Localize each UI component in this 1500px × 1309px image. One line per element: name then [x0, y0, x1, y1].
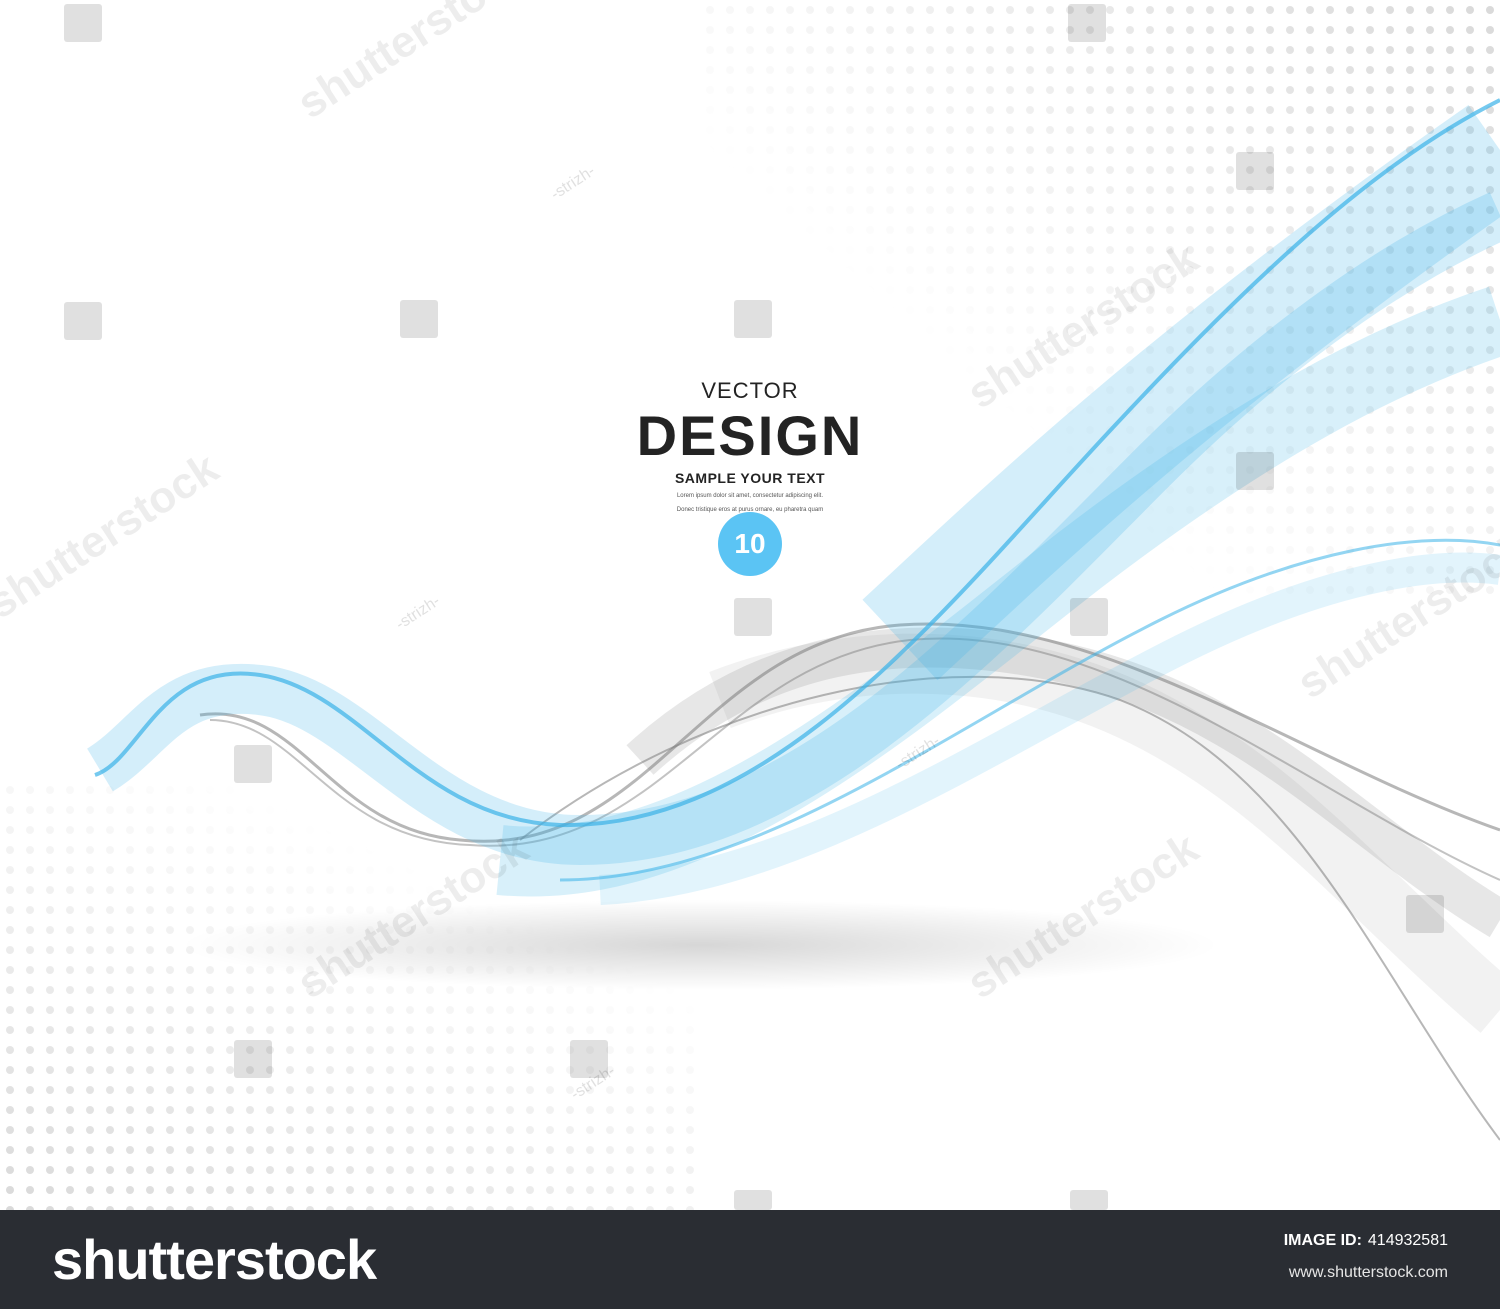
image-id-value: 414932581 [1367, 1232, 1448, 1249]
footer-brand-logo[interactable]: shutterstock [52, 1228, 377, 1292]
watermark-logo-icon [64, 302, 102, 340]
watermark-author: -strizh- [548, 162, 598, 203]
watermark-logo-icon [1236, 452, 1274, 490]
watermark-logo-icon [734, 598, 772, 636]
watermark-logo-icon [64, 4, 102, 42]
watermark-logo-icon [234, 1040, 272, 1078]
image-id: IMAGE ID: 414932581 [1284, 1232, 1448, 1250]
version-badge: 10 [718, 512, 782, 576]
watermark-brand: shutterstock [0, 443, 227, 628]
watermark-logo-icon [734, 300, 772, 338]
watermark-logo-icon [734, 1190, 772, 1210]
watermark-logo-icon [234, 745, 272, 783]
watermark-logo-icon [1070, 598, 1108, 636]
watermark-logo-icon [1070, 1190, 1108, 1210]
watermark-logo-icon [400, 300, 438, 338]
watermark-author: -strizh- [393, 592, 443, 633]
promo-subheadline: SAMPLE YOUR TEXT [674, 470, 826, 486]
footer-bar: shutterstock IMAGE ID: 414932581 www.shut… [0, 1210, 1500, 1309]
stock-image-preview: shutterstock shutterstock shutterstock s… [0, 0, 1500, 1309]
promo-headline: DESIGN [636, 404, 864, 467]
footer-site-link[interactable]: www.shutterstock.com [1289, 1264, 1448, 1282]
watermark-logo-icon [1406, 895, 1444, 933]
watermark-logo-icon [1236, 152, 1274, 190]
promo-text-block: VECTOR DESIGN SAMPLE YOUR TEXT Lorem ips… [600, 378, 900, 514]
promo-top-label: VECTOR [701, 378, 799, 403]
promo-body-line-1: Lorem ipsum dolor sit amet, consectetur … [676, 493, 824, 499]
abstract-wave-artwork: shutterstock shutterstock shutterstock s… [0, 0, 1500, 1210]
watermark-logo-icon [570, 1040, 608, 1078]
watermark-logo-icon [1068, 4, 1106, 42]
image-id-label: IMAGE ID: [1283, 1232, 1362, 1249]
watermark-brand: shutterstock [289, 0, 538, 128]
